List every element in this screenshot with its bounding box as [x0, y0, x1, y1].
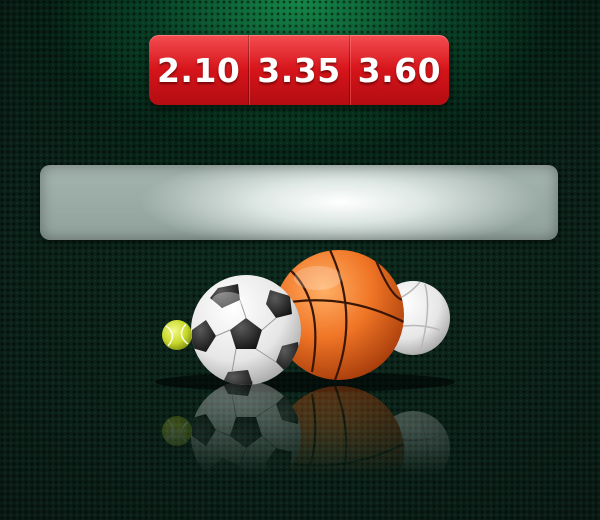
- soccer-ball-icon: [191, 275, 301, 385]
- content-panel: [40, 165, 558, 240]
- odds-away-button[interactable]: 3.60: [348, 35, 449, 105]
- odds-draw-button[interactable]: 3.35: [248, 35, 348, 105]
- odds-bar: 2.10 3.35 3.60: [149, 35, 449, 105]
- basketball-icon: [274, 250, 404, 380]
- ground-shadow: [155, 372, 455, 392]
- balls-group: [162, 250, 450, 385]
- balls-reflection: [162, 374, 450, 516]
- tennis-ball-icon: [162, 320, 192, 350]
- odds-home-button[interactable]: 2.10: [149, 35, 248, 105]
- volleyball-icon: [376, 281, 450, 355]
